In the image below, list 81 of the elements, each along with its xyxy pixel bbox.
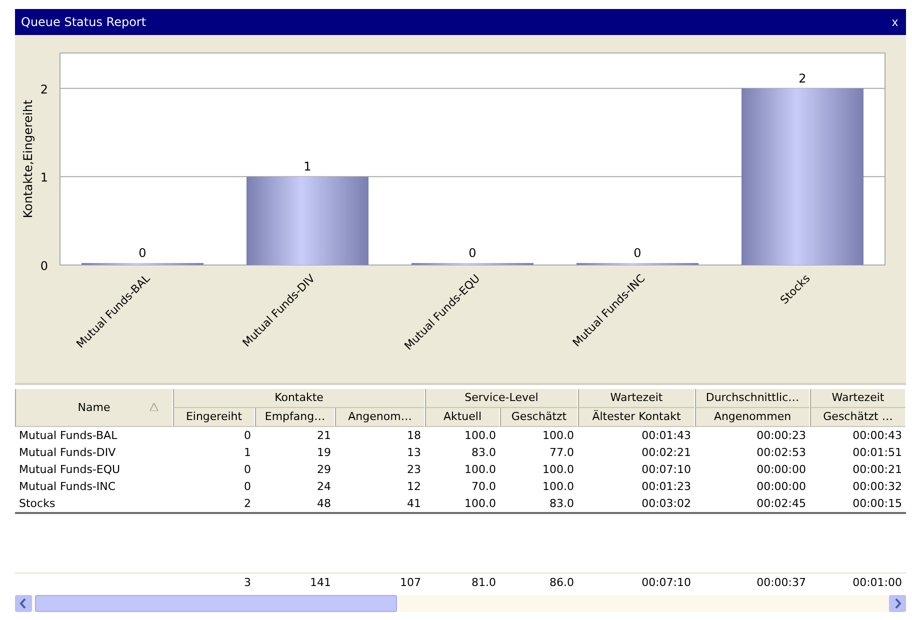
table-cell-text: 100.0 — [542, 428, 575, 444]
table-cell-text: 00:00:00 — [756, 479, 807, 495]
total-cell-text: 107 — [399, 575, 422, 591]
data-label: 0 — [634, 246, 642, 260]
y-tick-label: 2 — [40, 82, 48, 96]
data-label: 0 — [468, 246, 476, 260]
table-cell-text: Mutual Funds-INC — [18, 479, 117, 495]
column-header[interactable]: Eingereiht — [173, 408, 255, 427]
table-cell-text: 24 — [316, 479, 332, 495]
total-cell-text: 141 — [309, 575, 332, 591]
table-cell-text: 0 — [243, 428, 252, 444]
column-group-header: Service-Level — [425, 389, 578, 408]
total-cell-text: 3 — [243, 575, 252, 591]
column-header[interactable]: Aktuell — [425, 408, 500, 427]
y-tick-label: 1 — [40, 170, 48, 185]
table-cell-text: 83.0 — [548, 496, 575, 512]
table-cell-text: 00:00:32 — [852, 479, 903, 495]
table-cell-text: 70.0 — [470, 479, 497, 495]
table-cell-text: Mutual Funds-BAL — [18, 428, 118, 444]
table-cell-text: 1 — [243, 445, 252, 461]
column-header[interactable]: Geschätzt … — [810, 408, 906, 427]
table-cell-text: 100.0 — [464, 462, 497, 478]
column-header[interactable]: Name — [15, 389, 173, 427]
table-cell-text: 21 — [316, 428, 332, 444]
data-label: 0 — [138, 246, 146, 260]
data-label: 1 — [304, 160, 312, 174]
table-cell-text: 0 — [243, 479, 252, 495]
table-cell-text: 19 — [316, 445, 332, 461]
table-cell-text: 100.0 — [464, 428, 497, 444]
table-cell-text: 00:00:15 — [852, 496, 903, 512]
total-cell-text: 00:07:10 — [640, 575, 692, 591]
data-label: 2 — [798, 71, 806, 86]
table-cell-text: 48 — [316, 496, 332, 512]
table-cell-text: 2 — [243, 496, 252, 512]
table-cell-text: 12 — [406, 479, 422, 495]
table-cell-text: 41 — [406, 496, 422, 512]
column-group-header: Wartezeit — [578, 389, 695, 408]
scrollbar-thumb[interactable] — [35, 595, 397, 612]
column-header[interactable]: Angenommen — [695, 408, 810, 427]
table-cell-text: 00:03:02 — [640, 496, 692, 512]
y-tick-label: 0 — [40, 259, 48, 273]
table-cell-text: 13 — [406, 445, 422, 461]
table-cell-text: 00:00:43 — [852, 428, 903, 444]
table-cell-text: 100.0 — [542, 479, 575, 495]
column-header[interactable]: Geschätzt — [500, 408, 578, 427]
scroll-right-icon[interactable] — [889, 595, 906, 612]
table-cell-text: Mutual Funds-EQU — [18, 462, 122, 478]
table-cell-text: Mutual Funds-DIV — [18, 445, 117, 461]
column-group-header: Durchschnittlic… — [695, 389, 810, 408]
table-cell-text: 83.0 — [470, 445, 497, 461]
column-header[interactable]: Angenom… — [335, 408, 425, 427]
total-cell-text: 00:00:37 — [756, 575, 807, 591]
y-axis-label: Kontakte,Eingereiht — [21, 100, 35, 218]
table-cell-text: 100.0 — [464, 496, 497, 512]
close-button[interactable]: x — [890, 15, 900, 29]
window-title: Queue Status Report — [21, 15, 146, 29]
table-cell-text: 0 — [243, 462, 252, 478]
table-cell-text: 00:01:43 — [640, 428, 692, 444]
table-cell-text: 00:00:23 — [756, 428, 807, 444]
table-cell-text: 29 — [316, 462, 332, 478]
table-cell-text: Stocks — [18, 496, 56, 512]
table-cell-text: 00:01:23 — [640, 479, 692, 495]
table-cell-text: 00:07:10 — [640, 462, 692, 478]
total-cell-text: 81.0 — [470, 575, 497, 591]
column-group-header: Kontakte — [173, 389, 425, 408]
table-cell-text: 77.0 — [548, 445, 575, 461]
total-cell-text: 00:01:00 — [852, 575, 903, 591]
table-cell-text: 00:00:21 — [852, 462, 903, 478]
table-cell-text: 00:02:53 — [756, 445, 807, 461]
table-cell-text: 00:02:45 — [756, 496, 807, 512]
table-cell-text: 00:00:00 — [756, 462, 807, 478]
table-cell-text: 00:01:51 — [852, 445, 903, 461]
column-header[interactable]: Empfang… — [255, 408, 335, 427]
total-cell-text: 86.0 — [548, 575, 575, 591]
table-cell-text: 18 — [406, 428, 422, 444]
scroll-left-icon[interactable] — [15, 595, 32, 612]
column-header[interactable]: Ältester Kontakt — [578, 408, 695, 427]
column-group-header: Wartezeit — [810, 389, 906, 408]
table-cell-text: 100.0 — [542, 462, 575, 478]
table-cell-text: 23 — [406, 462, 422, 478]
table-cell-text: 00:02:21 — [640, 445, 692, 461]
